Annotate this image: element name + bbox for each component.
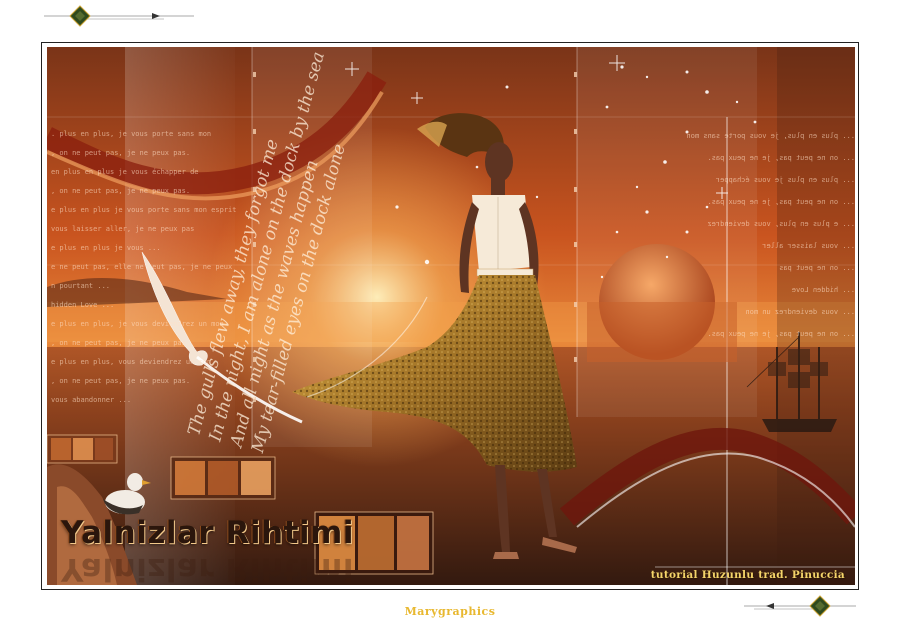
bg-text-line: en plus en plus je vous échapper de bbox=[51, 168, 199, 176]
bg-text-line: e ne peut pas, elle ne peut pas, je ne p… bbox=[51, 263, 233, 271]
bg-text-line: . plus en plus, je vous porte sans mon bbox=[51, 130, 212, 138]
bg-text-line: n pourtant ... bbox=[51, 282, 111, 290]
bg-text-line: ... vous laisser aller bbox=[762, 242, 855, 250]
tutorial-credit: tutorial Huzunlu trad. Pinuccia bbox=[650, 569, 845, 581]
thumbnail-strip-2 bbox=[170, 456, 276, 500]
bg-text-line: e plus en plus je vous porte sans mon es… bbox=[51, 206, 237, 214]
bg-text-line: vous laisser aller, je ne peux pas bbox=[51, 225, 195, 233]
bg-text-line: hidden Love ... bbox=[51, 301, 115, 309]
artwork: . plus en plus, je vous porte sans mon ,… bbox=[47, 47, 855, 585]
title-reflection: Yalnizlar Rihtimi bbox=[61, 551, 354, 585]
bg-text-line: ... on ne peut pas bbox=[779, 264, 855, 272]
background-text-right: ... plus en plus, je vous porte sans mon… bbox=[686, 125, 855, 345]
signature: Marygraphics bbox=[404, 605, 496, 618]
bg-text-line: ... plus en plus je vous échapper bbox=[715, 176, 855, 184]
bg-text-line: ... vous deviendrez un mon bbox=[745, 308, 855, 316]
bg-text-line: , on ne peut pas, je ne peux pas. bbox=[51, 149, 191, 157]
bg-text-line: e plus en plus, je vous deviendrez un mo… bbox=[51, 320, 224, 328]
bg-text-line: ... hidden Love bbox=[791, 286, 855, 294]
bg-text-line: ... e plus en plus, vous deviendrez bbox=[707, 220, 855, 228]
bg-text-line: ... on ne peut pas, je ne peux pas. bbox=[707, 154, 855, 162]
thumbnail-strip-1 bbox=[47, 434, 118, 464]
artwork-title: Yalnizlar Rihtimi bbox=[61, 515, 354, 551]
top-left-ornament bbox=[44, 4, 194, 28]
bg-text-line: ... on ne peut pas, je ne peux pas. bbox=[707, 198, 855, 206]
bg-text-line: , on ne peut pas, je ne peux pas. bbox=[51, 187, 191, 195]
bg-text-line: ... plus en plus, je vous porte sans mon bbox=[686, 132, 855, 140]
bg-text-line: ... on ne peut pas, je ne peux pas. bbox=[707, 330, 855, 338]
bg-text-line: e plus en plus je vous ... bbox=[51, 244, 161, 252]
